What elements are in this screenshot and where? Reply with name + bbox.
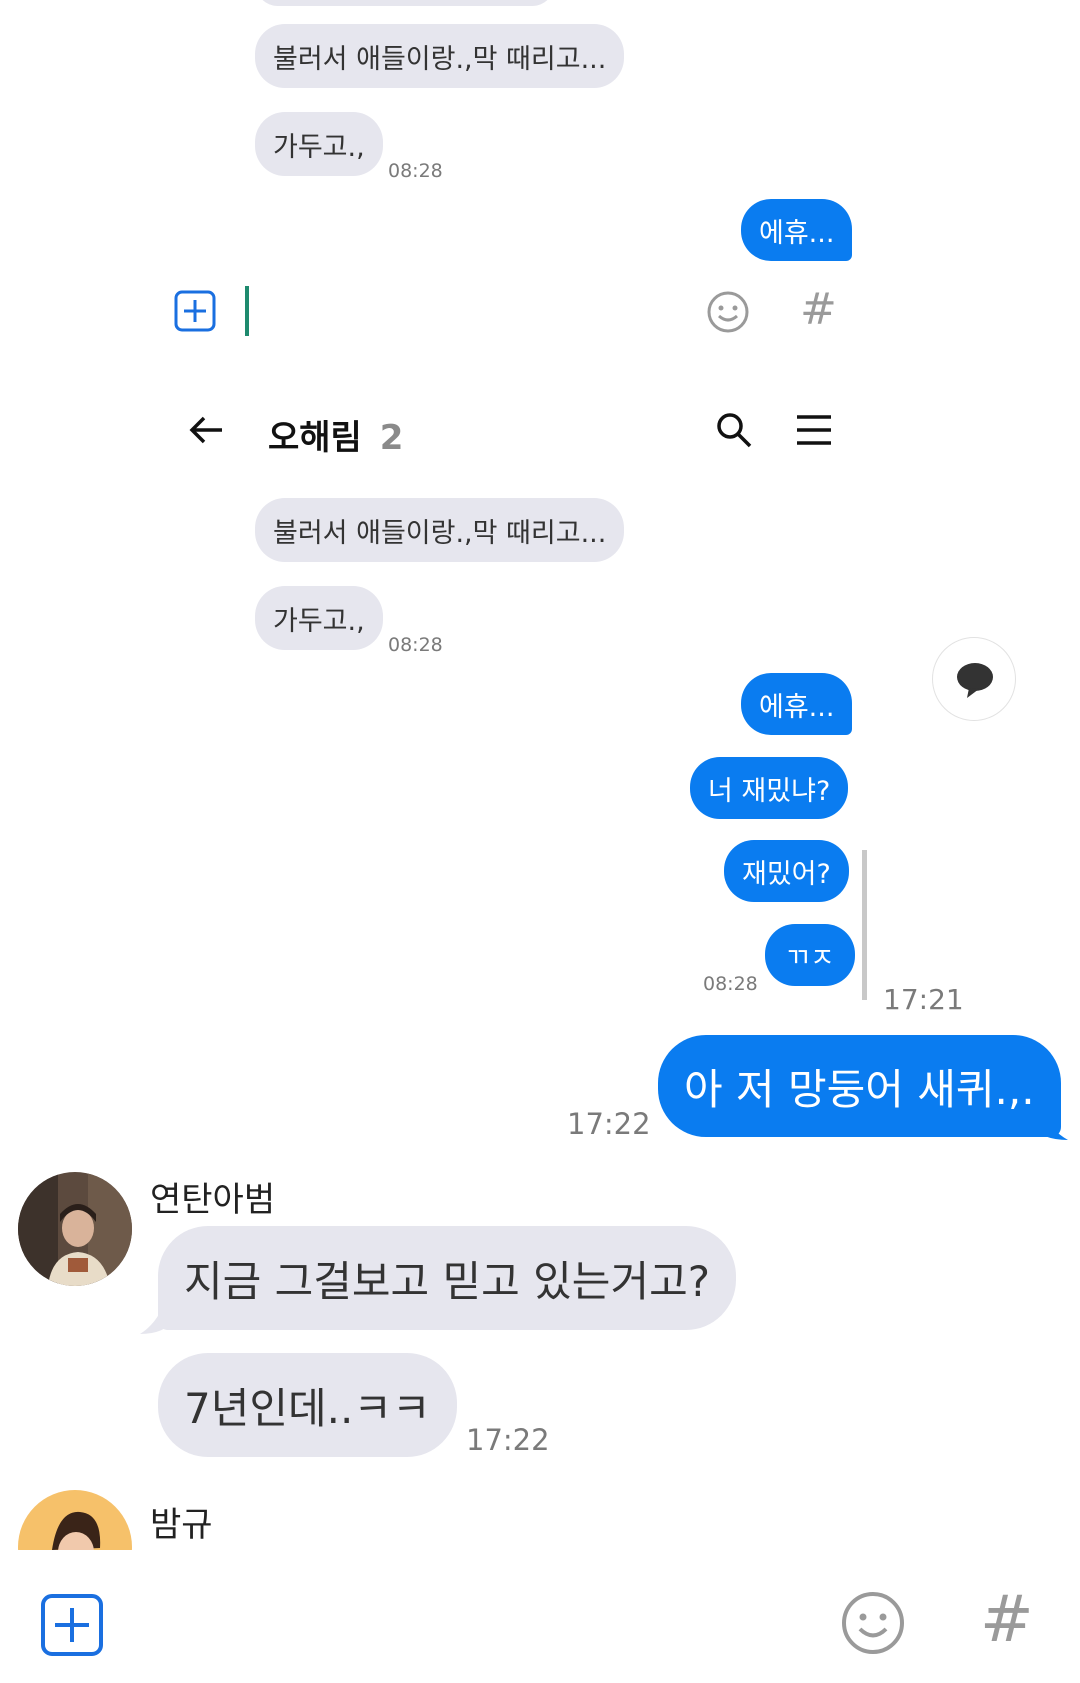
back-button[interactable]	[186, 410, 226, 450]
message-bubble-incoming: 지금 그걸보고 믿고 있는거고?	[158, 1226, 737, 1330]
message-time: 08:28	[703, 973, 758, 995]
message-text: 너 재밌냐?	[708, 775, 831, 807]
sender-name: 밤규	[150, 1505, 213, 1545]
add-attachment-button[interactable]	[174, 290, 216, 332]
add-attachment-button[interactable]	[40, 1593, 104, 1657]
text-cursor[interactable]	[245, 286, 249, 336]
message-text: 아 저 망둥어 새퀴.,.	[684, 1064, 1035, 1114]
hashtag-button[interactable]: #	[800, 284, 837, 335]
emoji-icon	[842, 1592, 904, 1654]
back-arrow-icon	[189, 416, 222, 444]
profile-photo	[18, 1172, 132, 1286]
message-bubble-incoming: 7년인데..ㅋㅋ	[158, 1353, 457, 1457]
message-time: 08:28	[388, 634, 443, 656]
member-count: 2	[379, 418, 404, 458]
chat-title-text: 오해림	[268, 418, 362, 458]
chat-bubble-icon	[957, 663, 993, 698]
message-text: 지금 그걸보고 믿고 있는거고?	[184, 1256, 711, 1306]
message-bubble-outgoing: 에휴...	[741, 673, 853, 735]
avatar[interactable]	[18, 1172, 132, 1286]
menu-icon	[797, 415, 831, 445]
message-bubble-incoming: 불러서 애들이랑.,막 때리고...	[255, 24, 625, 88]
cropped-bubble	[255, 0, 555, 6]
message-bubble-incoming: 가두고.,	[255, 112, 383, 176]
scroll-indicator	[862, 850, 867, 1000]
message-text: 가두고.,	[273, 131, 365, 163]
search-icon	[717, 413, 752, 448]
message-bubble-outgoing: 에휴...	[741, 199, 853, 261]
message-text: 에휴...	[759, 691, 835, 723]
message-bubble-outgoing: ㄲㅈ	[765, 924, 855, 986]
plus-icon	[174, 290, 216, 332]
profile-photo	[18, 1490, 132, 1550]
message-bubble-outgoing: 재밌어?	[724, 840, 849, 902]
message-text: 불러서 애들이랑.,막 때리고...	[273, 517, 607, 549]
message-text: 7년인데..ㅋㅋ	[184, 1383, 431, 1433]
search-button[interactable]	[714, 410, 754, 450]
message-time: 17:22	[567, 1107, 651, 1141]
emoji-icon	[707, 291, 749, 333]
chat-title: 오해림 2	[268, 410, 403, 459]
message-bubble-incoming: 가두고.,	[255, 586, 383, 650]
message-time: 17:21	[883, 983, 964, 1016]
bubble-tail	[140, 1304, 174, 1334]
message-bubble-outgoing: 너 재밌냐?	[690, 757, 849, 819]
message-time: 08:28	[388, 160, 443, 182]
message-text: 재밌어?	[742, 858, 831, 890]
chat-bubble-button[interactable]	[932, 637, 1016, 721]
message-bubble-incoming: 불러서 애들이랑.,막 때리고...	[255, 498, 625, 562]
message-text: 가두고.,	[273, 605, 365, 637]
hashtag-button[interactable]: #	[980, 1583, 1034, 1657]
message-text: 에휴...	[759, 217, 835, 249]
message-text: ㄲㅈ	[785, 942, 835, 974]
bubble-tail	[1032, 1110, 1068, 1140]
avatar-crop	[18, 1490, 132, 1550]
emoji-button[interactable]	[840, 1590, 906, 1656]
message-bubble-outgoing: 아 저 망둥어 새퀴.,.	[658, 1035, 1061, 1137]
message-text: 불러서 애들이랑.,막 때리고...	[273, 43, 607, 75]
avatar[interactable]	[18, 1490, 132, 1550]
menu-button[interactable]	[795, 412, 833, 448]
sender-name: 연탄아범	[150, 1180, 276, 1220]
message-time: 17:22	[466, 1423, 550, 1457]
plus-icon	[41, 1594, 103, 1656]
emoji-button[interactable]	[706, 290, 750, 334]
